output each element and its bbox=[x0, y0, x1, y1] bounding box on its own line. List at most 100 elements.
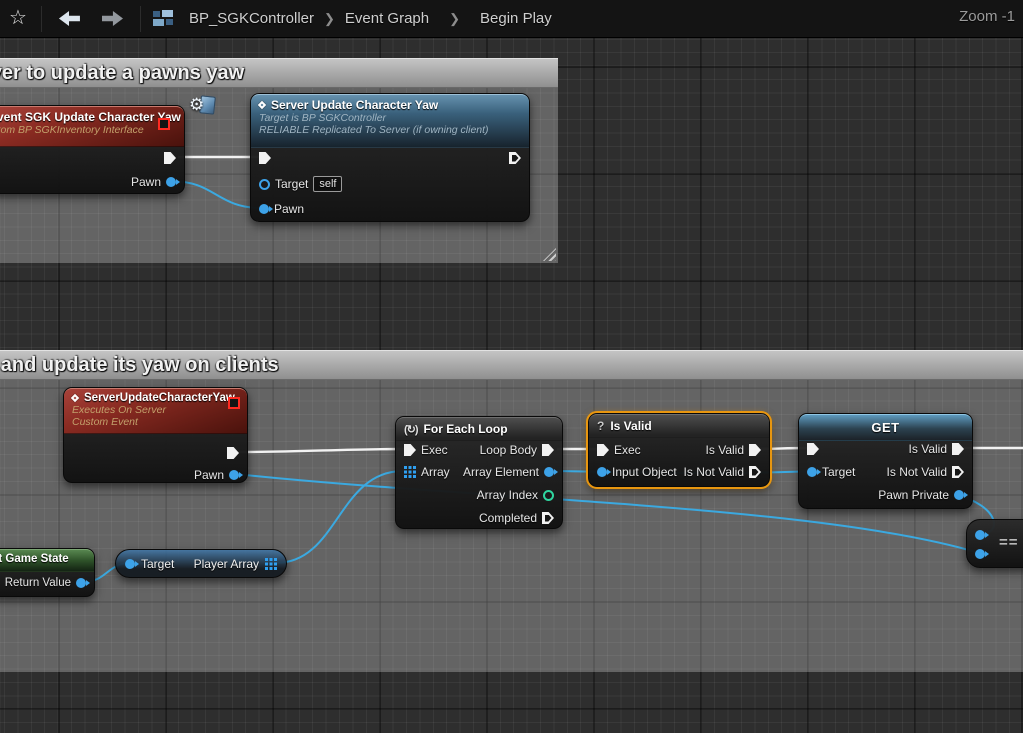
node-get-pawn-private[interactable]: GET Is Valid Target Is Not Valid Pawn Pr… bbox=[798, 413, 973, 509]
replicated-event-indicator-icon bbox=[158, 118, 170, 130]
exec-out-row bbox=[509, 149, 521, 167]
node-serverupdatecharacteryaw-event[interactable]: ServerUpdateCharacterYaw Executes On Ser… bbox=[63, 387, 248, 483]
node-player-array-variable[interactable]: Target Player Array bbox=[115, 549, 287, 578]
is-valid-out-row: Is Valid bbox=[909, 440, 964, 458]
pin-label: Array Index bbox=[477, 488, 538, 502]
completed-pin[interactable] bbox=[542, 512, 554, 524]
node-subtitle: rom BP SGKInventory Interface bbox=[0, 124, 176, 136]
completed-row: Completed bbox=[479, 509, 554, 527]
pin-label: Return Value bbox=[5, 577, 71, 589]
loop-body-pin[interactable] bbox=[542, 444, 554, 456]
is-not-valid-row: Is Not Valid bbox=[887, 463, 964, 481]
input-object-pin[interactable] bbox=[597, 467, 607, 477]
target-in-row: Target self bbox=[259, 175, 342, 193]
pin-label: Pawn bbox=[194, 468, 224, 482]
pin-label: Array Element bbox=[463, 465, 539, 479]
target-in-pin[interactable] bbox=[807, 467, 817, 477]
node-subtitle: Target is BP SGKController bbox=[259, 112, 521, 124]
exec-out-pin[interactable] bbox=[227, 447, 239, 459]
pin-label: Is Valid bbox=[706, 443, 744, 457]
blueprint-editor: rver to update a pawns yaw n and update … bbox=[0, 0, 1023, 733]
graph-toolbar: ☆ BP_SGKController ❯ Event Graph ❯ Begin… bbox=[0, 0, 1023, 38]
node-title: ServerUpdateCharacterYaw bbox=[84, 392, 235, 404]
diamond-icon bbox=[258, 101, 266, 109]
exec-in-pin[interactable] bbox=[807, 443, 819, 455]
pawn-out-row: Pawn bbox=[194, 466, 239, 484]
array-in-pin[interactable] bbox=[404, 466, 416, 478]
exec-in-row: Exec bbox=[597, 441, 641, 459]
pawn-out-pin[interactable] bbox=[166, 177, 176, 187]
node-title: Server Update Character Yaw bbox=[271, 98, 438, 112]
return-value-row: Return Value bbox=[5, 574, 86, 592]
pin-label: Target bbox=[822, 465, 855, 479]
pawn-private-row: Pawn Private bbox=[878, 486, 964, 504]
self-default-value[interactable]: self bbox=[313, 176, 342, 192]
pin-label: Target bbox=[141, 557, 174, 571]
zoom-level-label: Zoom -1 bbox=[959, 8, 1015, 25]
pin-label: Is Not Valid bbox=[887, 465, 947, 479]
return-value-pin[interactable] bbox=[76, 578, 86, 588]
pawn-in-pin[interactable] bbox=[259, 204, 269, 214]
node-title-row: (↻) For Each Loop bbox=[404, 422, 554, 436]
node-title-row: Server Update Character Yaw bbox=[259, 98, 521, 112]
pawn-out-pin[interactable] bbox=[229, 470, 239, 480]
comment-title: rver to update a pawns yaw bbox=[0, 62, 244, 85]
is-not-valid-row: Is Not Valid bbox=[684, 463, 761, 481]
equal-input-a-pin[interactable] bbox=[975, 530, 985, 540]
breadcrumb-event-graph[interactable]: Event Graph bbox=[345, 10, 429, 27]
pin-label: Exec bbox=[421, 443, 448, 457]
exec-in-pin[interactable] bbox=[597, 444, 609, 456]
pin-label: Completed bbox=[479, 511, 537, 525]
array-element-pin[interactable] bbox=[544, 467, 554, 477]
exec-out-pin[interactable] bbox=[509, 152, 521, 164]
equal-input-a-row bbox=[975, 526, 985, 544]
target-in-pin[interactable] bbox=[125, 559, 135, 569]
node-event-sgk-update-character-yaw[interactable]: vent SGK Update Character Yaw rom BP SGK… bbox=[0, 105, 185, 194]
blueprint-class-icon bbox=[153, 10, 175, 27]
node-is-valid[interactable]: ? Is Valid Exec Is Valid Input Object Is… bbox=[588, 413, 770, 487]
pin-label: Exec bbox=[614, 443, 641, 457]
input-object-row: Input Object bbox=[597, 463, 677, 481]
exec-out-pin[interactable] bbox=[164, 152, 176, 164]
node-subtitle: Executes On Server bbox=[72, 404, 239, 416]
array-index-pin[interactable] bbox=[543, 490, 554, 501]
pin-label: Player Array bbox=[194, 557, 259, 571]
breadcrumb-blueprint[interactable]: BP_SGKController bbox=[189, 10, 314, 27]
pawn-private-pin[interactable] bbox=[954, 490, 964, 500]
array-element-row: Array Element bbox=[463, 463, 554, 481]
favorite-star-icon[interactable]: ☆ bbox=[0, 5, 35, 32]
is-not-valid-pin[interactable] bbox=[749, 466, 761, 478]
node-title: GET bbox=[871, 420, 899, 435]
is-valid-out-pin[interactable] bbox=[749, 444, 761, 456]
forward-arrow-icon[interactable] bbox=[102, 11, 123, 26]
target-in-pin[interactable] bbox=[259, 179, 270, 190]
is-valid-out-pin[interactable] bbox=[952, 443, 964, 455]
exec-in-pin[interactable] bbox=[259, 152, 271, 164]
diamond-icon bbox=[71, 394, 79, 402]
node-get-game-state[interactable]: et Game State Return Value bbox=[0, 548, 95, 597]
node-title: et Game State bbox=[0, 553, 88, 565]
node-for-each-loop[interactable]: (↻) For Each Loop Exec Loop Body Array A… bbox=[395, 416, 563, 529]
toolbar-divider bbox=[140, 6, 141, 32]
equal-input-b-pin[interactable] bbox=[975, 549, 985, 559]
question-icon: ? bbox=[597, 419, 604, 433]
exec-in-row bbox=[807, 440, 819, 458]
exec-out-row bbox=[164, 149, 176, 167]
is-not-valid-pin[interactable] bbox=[952, 466, 964, 478]
comment-header[interactable]: rver to update a pawns yaw bbox=[0, 58, 558, 88]
pin-label: Pawn bbox=[131, 175, 161, 189]
player-array-out-pin[interactable] bbox=[265, 558, 277, 570]
breadcrumb-begin-play[interactable]: Begin Play bbox=[480, 10, 552, 27]
exec-in-pin[interactable] bbox=[404, 444, 416, 456]
node-equal[interactable]: == bbox=[966, 519, 1023, 568]
comment-header[interactable]: n and update its yaw on clients bbox=[0, 350, 1023, 380]
exec-in-row bbox=[259, 149, 271, 167]
node-title: vent SGK Update Character Yaw bbox=[0, 110, 176, 124]
pin-label: Target bbox=[275, 177, 308, 191]
loop-body-row: Loop Body bbox=[480, 441, 554, 459]
pawn-in-row: Pawn bbox=[259, 200, 304, 218]
back-arrow-icon[interactable] bbox=[59, 11, 80, 26]
pin-label: Is Valid bbox=[909, 442, 947, 456]
node-title: Is Valid bbox=[610, 419, 651, 433]
node-server-update-character-yaw[interactable]: Server Update Character Yaw Target is BP… bbox=[250, 93, 530, 222]
